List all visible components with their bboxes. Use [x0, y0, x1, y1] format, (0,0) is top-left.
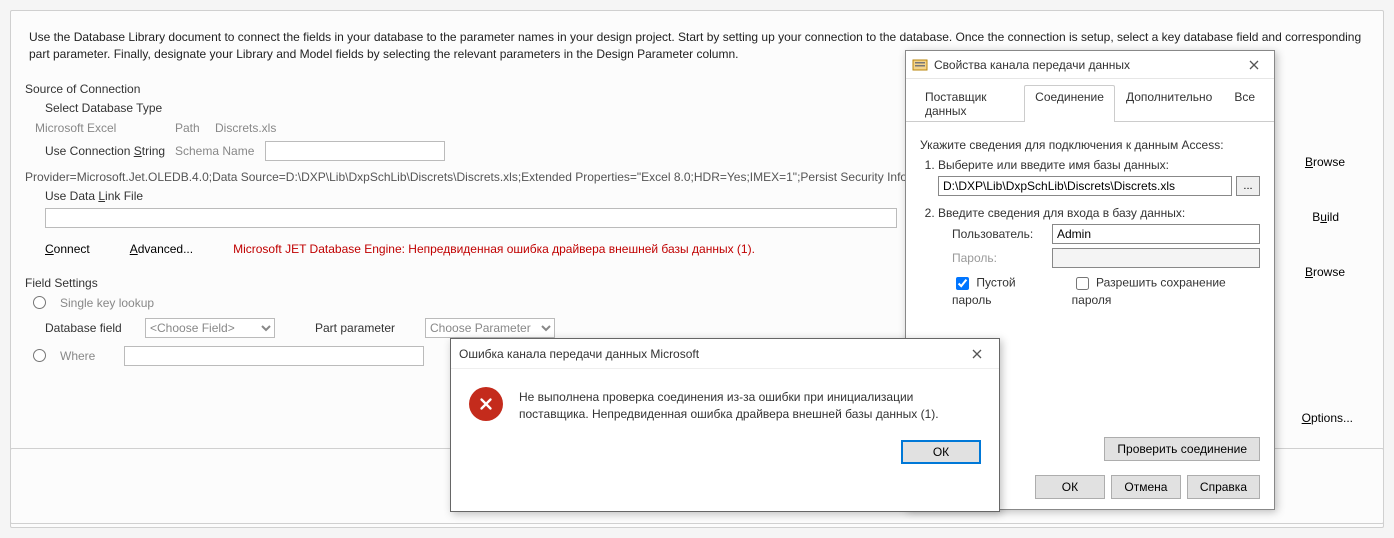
schema-name-label: Schema Name [175, 144, 265, 158]
build-button[interactable]: Build [1304, 206, 1347, 228]
test-connection-button[interactable]: Проверить соединение [1104, 437, 1260, 461]
error-icon [469, 387, 503, 421]
properties-help-button[interactable]: Справка [1187, 475, 1260, 499]
use-conn-string-label: Use Connection String [45, 144, 175, 158]
part-param-select[interactable]: Choose Parameter [425, 318, 555, 338]
inline-error-text: Microsoft JET Database Engine: Непредвид… [233, 242, 755, 256]
tab-provider[interactable]: Поставщик данных [914, 85, 1024, 122]
provider-name: Microsoft Excel [35, 121, 175, 135]
allow-save-password-wrap[interactable]: Разрешить сохранение пароля [1072, 274, 1260, 307]
db-path-input[interactable] [938, 176, 1232, 196]
error-dialog-titlebar: Ошибка канала передачи данных Microsoft [451, 339, 999, 369]
single-key-radio[interactable] [33, 296, 46, 309]
allow-save-password-label: Разрешить сохранение пароля [1072, 276, 1226, 307]
db-field-select[interactable]: <Choose Field> [145, 318, 275, 338]
properties-ok-button[interactable]: ОК [1035, 475, 1105, 499]
tab-all[interactable]: Все [1223, 85, 1266, 122]
blank-password-checkbox-wrap[interactable]: Пустой пароль [952, 274, 1054, 307]
properties-tabs: Поставщик данных Соединение Дополнительн… [906, 79, 1274, 122]
properties-dialog-body: Укажите сведения для подключения к данны… [906, 122, 1274, 329]
browse-button-1[interactable]: Browse [1297, 151, 1353, 173]
username-input[interactable] [1052, 224, 1260, 244]
error-message: Не выполнена проверка соединения из-за о… [519, 387, 981, 424]
properties-dialog-titlebar: Свойства канала передачи данных [906, 51, 1274, 79]
path-label: Path [175, 121, 215, 135]
error-dialog-title: Ошибка канала передачи данных Microsoft [459, 347, 963, 361]
password-label: Пароль: [952, 251, 1044, 265]
step1-text: Выберите или введите имя базы данных: [938, 158, 1260, 172]
tab-advanced[interactable]: Дополнительно [1115, 85, 1223, 122]
path-value: Discrets.xls [215, 121, 276, 135]
use-data-link-label: Use Data Link File [45, 189, 143, 203]
db-field-label: Database field [45, 321, 135, 335]
where-radio[interactable] [33, 349, 46, 362]
select-database-type-label: Select Database Type [45, 101, 162, 115]
part-param-label: Part parameter [315, 321, 415, 335]
username-label: Пользователь: [952, 227, 1044, 241]
advanced-link[interactable]: Advanced... [130, 242, 193, 256]
browse-button-2[interactable]: Browse [1297, 261, 1353, 283]
schema-name-input[interactable] [265, 141, 445, 161]
error-dialog-close-button[interactable] [963, 343, 991, 365]
intro-text: Укажите сведения для подключения к данны… [920, 138, 1260, 152]
connect-link[interactable]: Connect [45, 242, 90, 256]
tab-connection[interactable]: Соединение [1024, 85, 1115, 122]
allow-save-password-checkbox[interactable] [1076, 277, 1089, 290]
properties-cancel-button[interactable]: Отмена [1111, 475, 1181, 499]
properties-dialog-title: Свойства канала передачи данных [934, 58, 1240, 72]
where-label: Where [60, 349, 114, 363]
data-link-icon [912, 57, 928, 73]
data-link-file-input[interactable] [45, 208, 897, 228]
error-dialog: Ошибка канала передачи данных Microsoft … [450, 338, 1000, 512]
blank-password-checkbox[interactable] [956, 277, 969, 290]
password-input [1052, 248, 1260, 268]
db-path-browse-button[interactable]: ... [1236, 176, 1260, 196]
properties-dialog-close-button[interactable] [1240, 54, 1268, 76]
step2-text: Введите сведения для входа в базу данных… [938, 206, 1260, 220]
options-button[interactable]: Options... [1294, 407, 1361, 429]
where-input[interactable] [124, 346, 424, 366]
single-key-label: Single key lookup [60, 296, 154, 310]
error-ok-button[interactable]: ОК [901, 440, 981, 464]
